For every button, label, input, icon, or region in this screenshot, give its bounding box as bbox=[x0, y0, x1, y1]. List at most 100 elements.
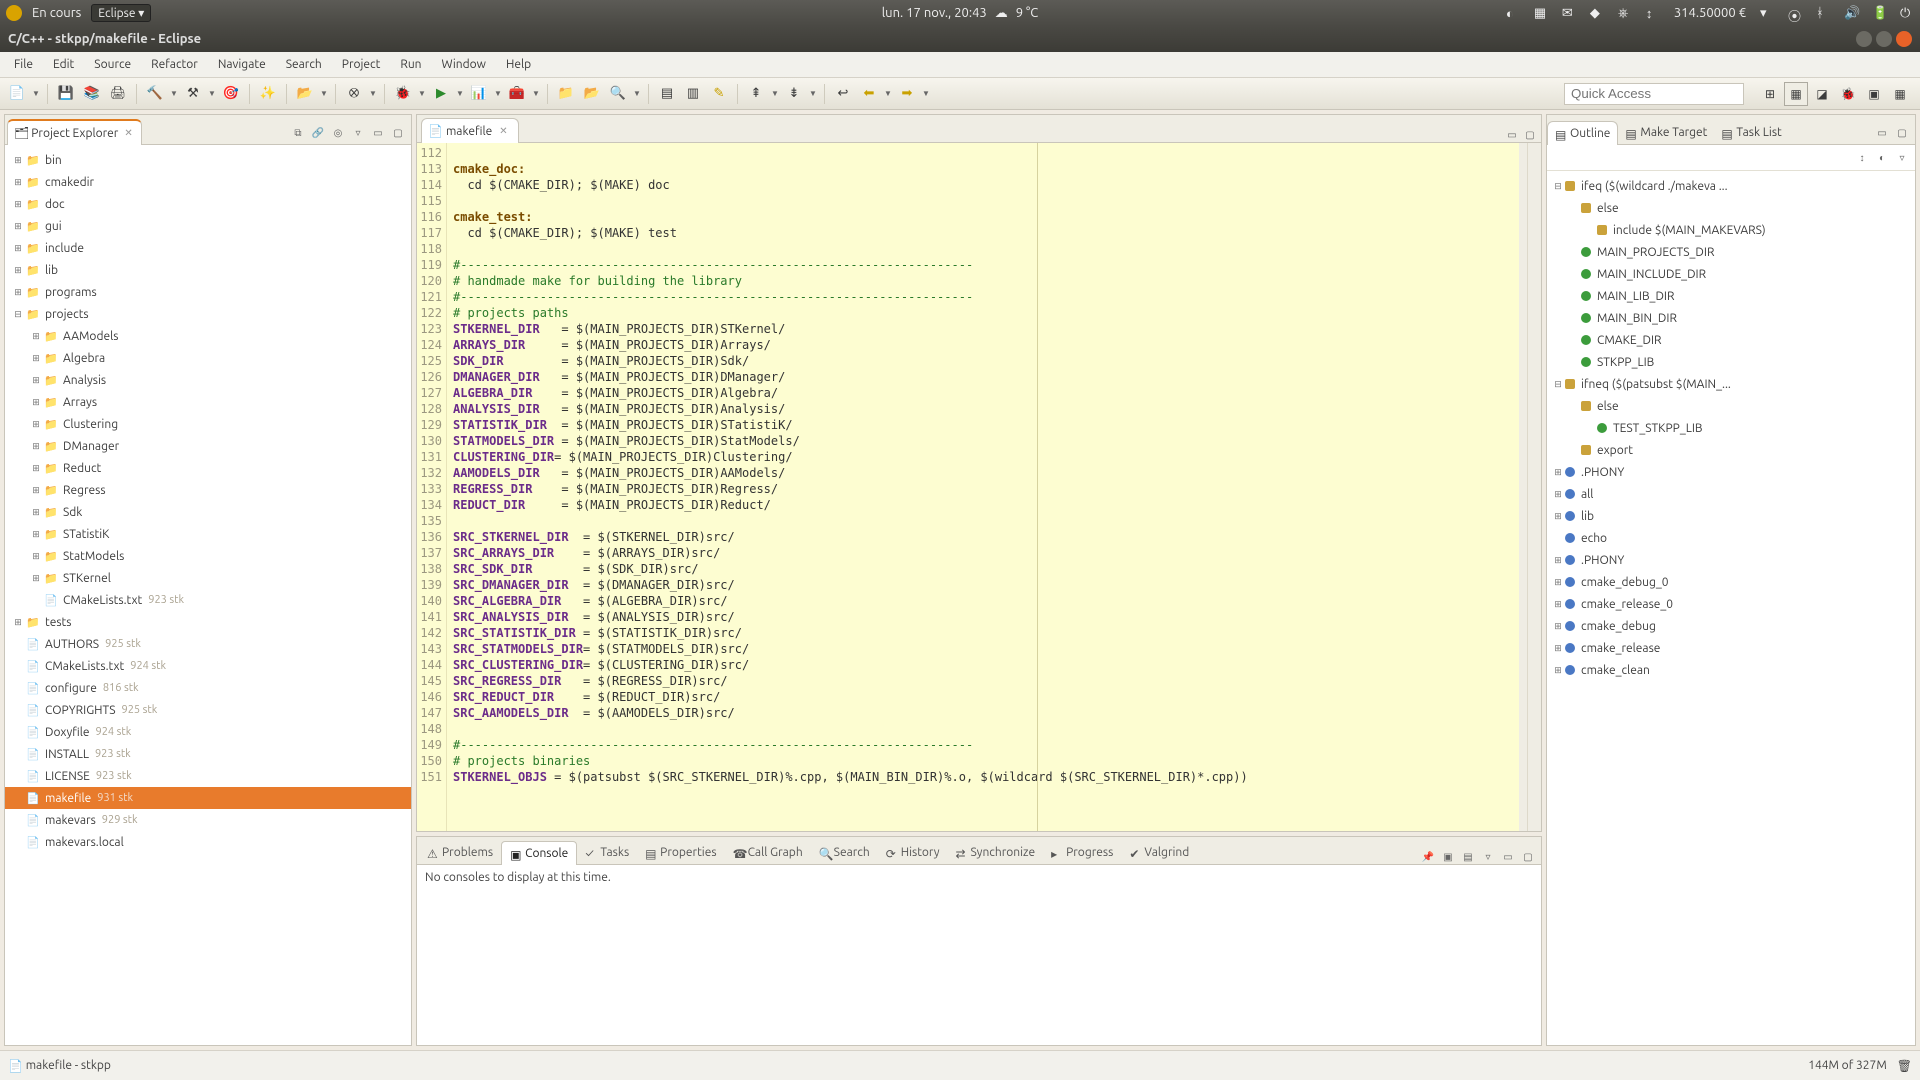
tree-item-regress[interactable]: ⊞📁Regress bbox=[5, 479, 411, 501]
build-all-button[interactable]: ⚒ bbox=[182, 83, 204, 105]
accessibility-icon[interactable]: ⦿ bbox=[1788, 6, 1802, 20]
battery-icon[interactable]: 🔋 bbox=[1872, 6, 1886, 20]
collapse-all-button[interactable]: ⧉ bbox=[291, 126, 305, 140]
editor-tab-makefile[interactable]: 📄 makefile ✕ bbox=[421, 118, 519, 143]
debug-button[interactable]: 🐞 bbox=[392, 83, 414, 105]
sort-button[interactable]: ↕ bbox=[1855, 151, 1869, 165]
run-button[interactable]: ▶ bbox=[430, 83, 452, 105]
tree-item-tests[interactable]: ⊞📁tests bbox=[5, 611, 411, 633]
text-editor[interactable]: 112 113 114 115 116 117 118 119 120 121 … bbox=[417, 143, 1541, 831]
expand-toggle[interactable]: ⊞ bbox=[11, 199, 25, 210]
build-button[interactable]: 🔨 bbox=[144, 83, 166, 105]
tree-item-lib[interactable]: ⊞📁lib bbox=[5, 259, 411, 281]
skip-bp-button[interactable]: ⭙ bbox=[343, 83, 365, 105]
tree-item-statmodels[interactable]: ⊞📁StatModels bbox=[5, 545, 411, 567]
outline-item[interactable]: MAIN_PROJECTS_DIR bbox=[1547, 241, 1915, 263]
menu-navigate[interactable]: Navigate bbox=[208, 54, 276, 75]
project-tree[interactable]: ⊞📁bin⊞📁cmakedir⊞📁doc⊞📁gui⊞📁include⊞📁lib⊞… bbox=[5, 145, 411, 1045]
expand-toggle[interactable]: ⊞ bbox=[1551, 643, 1565, 654]
tree-item-projects[interactable]: ⊟📁projects bbox=[5, 303, 411, 325]
expand-toggle[interactable]: ⊞ bbox=[11, 155, 25, 166]
dock-tab-problems[interactable]: ⚠Problems bbox=[419, 841, 501, 864]
outline-item[interactable]: CMAKE_DIR bbox=[1547, 329, 1915, 351]
open-console-button[interactable]: ▤ bbox=[1461, 850, 1475, 864]
pin-console-button[interactable]: 📌 bbox=[1421, 850, 1435, 864]
folder-button[interactable]: 📂 bbox=[581, 83, 603, 105]
menu-search[interactable]: Search bbox=[276, 54, 332, 75]
tree-item-copyrights[interactable]: 📄COPYRIGHTS925 stk bbox=[5, 699, 411, 721]
tree-item-install[interactable]: 📄INSTALL923 stk bbox=[5, 743, 411, 765]
tree-item-cmakelists-txt[interactable]: 📄CMakeLists.txt923 stk bbox=[5, 589, 411, 611]
expand-toggle[interactable]: ⊞ bbox=[11, 617, 25, 628]
outline-item[interactable]: MAIN_INCLUDE_DIR bbox=[1547, 263, 1915, 285]
expand-toggle[interactable]: ⊞ bbox=[29, 441, 43, 452]
outline-item[interactable]: ⊞all bbox=[1547, 483, 1915, 505]
print-button[interactable]: 🖨 bbox=[107, 83, 129, 105]
tree-item-cmakelists-txt[interactable]: 📄CMakeLists.txt924 stk bbox=[5, 655, 411, 677]
build-dropdown[interactable]: ▼ bbox=[170, 83, 178, 105]
expand-toggle[interactable]: ⊞ bbox=[29, 463, 43, 474]
maximize-view-button[interactable]: ▢ bbox=[391, 126, 405, 140]
tree-item-cmakedir[interactable]: ⊞📁cmakedir bbox=[5, 171, 411, 193]
power-icon[interactable]: ⏻ bbox=[1900, 6, 1914, 20]
profile-button[interactable]: 📊 bbox=[468, 83, 490, 105]
tree-item-configure[interactable]: 📄configure816 stk bbox=[5, 677, 411, 699]
tray-icon[interactable]: ◐ bbox=[1506, 6, 1520, 20]
editor-content[interactable]: cmake_doc: cd $(CMAKE_DIR); $(MAKE) doc … bbox=[447, 143, 1527, 831]
weather-label[interactable]: 9 °C bbox=[1016, 6, 1038, 20]
tree-item-stkernel[interactable]: ⊞📁STKernel bbox=[5, 567, 411, 589]
expand-toggle[interactable]: ⊞ bbox=[1551, 489, 1565, 500]
outline-tab-task-list[interactable]: ▤Task List bbox=[1714, 121, 1788, 144]
tree-item-bin[interactable]: ⊞📁bin bbox=[5, 149, 411, 171]
dock-tab-progress[interactable]: ▸Progress bbox=[1043, 841, 1121, 864]
clock-label[interactable]: lun. 17 nov., 20:43 bbox=[882, 6, 987, 20]
expand-toggle[interactable]: ⊞ bbox=[29, 529, 43, 540]
wand-button[interactable]: ✨ bbox=[257, 83, 279, 105]
menu-help[interactable]: Help bbox=[496, 54, 541, 75]
tree-item-makevars[interactable]: 📄makevars929 stk bbox=[5, 809, 411, 831]
dock-tab-history[interactable]: ⟳History bbox=[878, 841, 948, 864]
view-menu-button[interactable]: ▿ bbox=[351, 126, 365, 140]
expand-toggle[interactable]: ⊞ bbox=[29, 485, 43, 496]
maximize-editor-button[interactable]: ▢ bbox=[1523, 128, 1537, 142]
outline-item[interactable]: ⊞lib bbox=[1547, 505, 1915, 527]
tree-item-statistik[interactable]: ⊞📁STatistiK bbox=[5, 523, 411, 545]
tray-icon[interactable]: ▦ bbox=[1534, 6, 1548, 20]
activities-icon[interactable] bbox=[6, 5, 22, 21]
toggle-button[interactable]: ▥ bbox=[682, 83, 704, 105]
new-button[interactable]: 📄 bbox=[6, 83, 28, 105]
expand-toggle[interactable]: ⊞ bbox=[29, 397, 43, 408]
outline-item[interactable]: ⊞.PHONY bbox=[1547, 461, 1915, 483]
tree-item-gui[interactable]: ⊞📁gui bbox=[5, 215, 411, 237]
close-icon[interactable]: ✕ bbox=[499, 125, 507, 137]
quick-access-input[interactable] bbox=[1564, 83, 1744, 105]
outline-item[interactable]: export bbox=[1547, 439, 1915, 461]
outline-item[interactable]: ⊞cmake_clean bbox=[1547, 659, 1915, 681]
expand-toggle[interactable]: ⊞ bbox=[1551, 665, 1565, 676]
new-dropdown[interactable]: ▼ bbox=[32, 83, 40, 105]
outline-tab-outline[interactable]: ▤Outline bbox=[1547, 121, 1618, 145]
outline-item[interactable]: ⊞.PHONY bbox=[1547, 549, 1915, 571]
project-explorer-tab[interactable]: 🗂 Project Explorer ✕ bbox=[7, 119, 142, 145]
open-task-button[interactable]: 📁 bbox=[555, 83, 577, 105]
perspective-team[interactable]: ◪ bbox=[1810, 82, 1834, 106]
expand-toggle[interactable]: ⊞ bbox=[11, 265, 25, 276]
tree-item-dmanager[interactable]: ⊞📁DManager bbox=[5, 435, 411, 457]
tree-item-clustering[interactable]: ⊞📁Clustering bbox=[5, 413, 411, 435]
tray-icon[interactable]: ⎈ bbox=[1618, 6, 1632, 20]
tree-item-aamodels[interactable]: ⊞📁AAModels bbox=[5, 325, 411, 347]
forward-button[interactable]: ➡ bbox=[896, 83, 918, 105]
maximize-view-button[interactable]: ▢ bbox=[1521, 850, 1535, 864]
perspective-other[interactable]: ▣ bbox=[1862, 82, 1886, 106]
toggle-button[interactable]: ▤ bbox=[656, 83, 678, 105]
close-button[interactable] bbox=[1896, 31, 1912, 47]
dock-tab-synchronize[interactable]: ⇄Synchronize bbox=[948, 841, 1044, 864]
tree-item-license[interactable]: 📄LICENSE923 stk bbox=[5, 765, 411, 787]
menu-refactor[interactable]: Refactor bbox=[141, 54, 208, 75]
search-button[interactable]: 🔍 bbox=[607, 83, 629, 105]
toggle-mark-button[interactable]: ✎ bbox=[708, 83, 730, 105]
focus-task-button[interactable]: ◎ bbox=[331, 126, 345, 140]
outline-item[interactable]: echo bbox=[1547, 527, 1915, 549]
tree-item-sdk[interactable]: ⊞📁Sdk bbox=[5, 501, 411, 523]
close-icon[interactable]: ✕ bbox=[124, 127, 132, 139]
